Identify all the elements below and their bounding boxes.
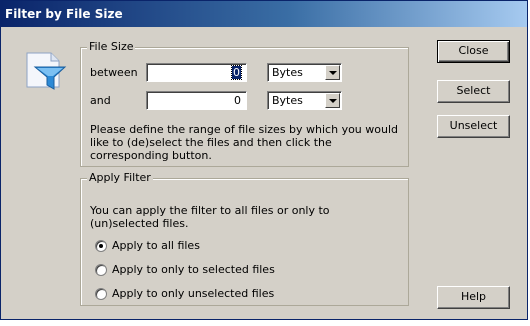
chevron-down-icon[interactable] — [325, 93, 340, 108]
radio-button[interactable] — [95, 288, 107, 300]
apply-filter-legend: Apply Filter — [87, 171, 153, 184]
unselect-button[interactable]: Unselect — [437, 115, 510, 138]
min-unit-value: Bytes — [272, 66, 303, 79]
file-size-legend: File Size — [87, 40, 136, 53]
close-button[interactable]: Close — [437, 40, 510, 63]
window-title: Filter by File Size — [5, 7, 123, 21]
radio-label: Apply to only unselected files — [112, 287, 275, 300]
filter-by-file-size-dialog: Filter by File Size File Size between 0 … — [0, 0, 528, 320]
and-label: and — [90, 94, 111, 107]
document-filter-icon — [26, 52, 67, 90]
max-size-value: 0 — [234, 94, 241, 107]
apply-filter-description: You can apply the filter to all files or… — [90, 204, 330, 230]
file-size-description: Please define the range of file sizes by… — [90, 123, 399, 162]
radio-button[interactable] — [95, 240, 107, 252]
min-unit-select[interactable]: Bytes — [267, 63, 342, 82]
max-unit-select[interactable]: Bytes — [267, 91, 342, 110]
radio-button[interactable] — [95, 264, 107, 276]
between-label: between — [90, 66, 138, 79]
max-unit-value: Bytes — [272, 94, 303, 107]
radio-label: Apply to all files — [112, 239, 200, 252]
chevron-down-icon[interactable] — [325, 65, 340, 80]
title-bar[interactable]: Filter by File Size — [1, 1, 527, 27]
min-size-input[interactable]: 0 — [146, 63, 247, 82]
max-size-input[interactable]: 0 — [146, 91, 247, 110]
radio-label: Apply to only to selected files — [112, 263, 275, 276]
min-size-value: 0 — [231, 65, 242, 80]
select-button[interactable]: Select — [437, 80, 510, 103]
help-button[interactable]: Help — [437, 286, 510, 309]
